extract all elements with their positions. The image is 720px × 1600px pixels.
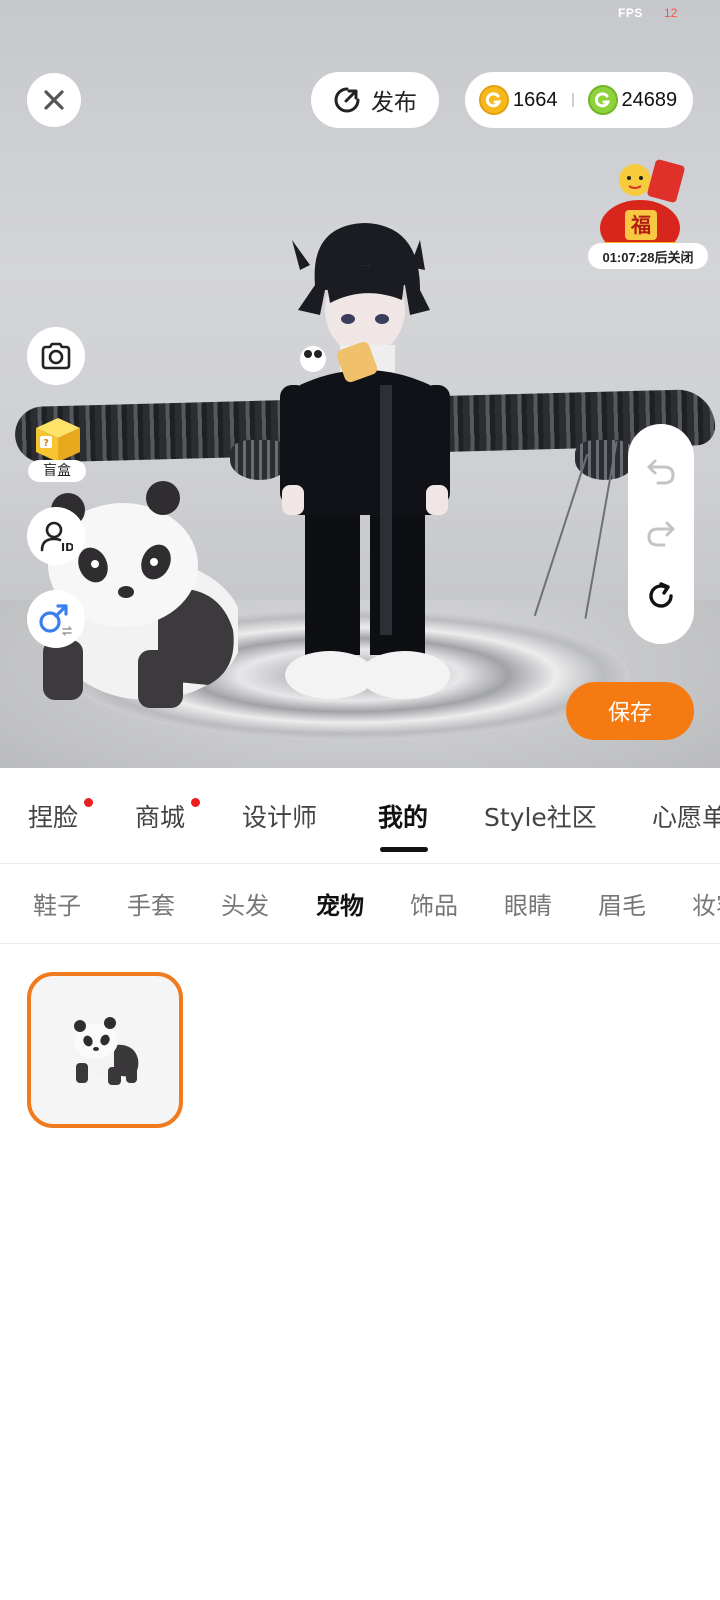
edit-history-panel [628,424,694,644]
tab-face[interactable]: 捏脸 [28,798,78,834]
category-gloves[interactable]: 手套 [127,886,175,921]
gold-coin-icon [479,85,509,115]
avatar-scene[interactable]: FPS 12 发布 1664 24689 福 01:07:28后关闭 ? 盲盒 … [0,0,720,768]
save-button[interactable]: 保存 [566,682,694,740]
item-grid [0,944,720,1600]
event-badge-text: 福 [630,213,651,237]
tab-mine[interactable]: 我的 [378,798,428,834]
active-tab-indicator [380,847,428,852]
svg-text:?: ? [43,438,49,449]
item-card-panda[interactable] [27,972,183,1128]
camera-icon [41,342,71,370]
tab-designer[interactable]: 设计师 [242,798,317,834]
event-countdown: 01:07:28后关闭 [588,243,708,269]
category-shoes[interactable]: 鞋子 [33,886,81,921]
green-coin-icon [587,85,618,115]
publish-label: 发布 [371,90,417,116]
undo-icon[interactable] [646,457,676,485]
category-hair[interactable]: 头发 [221,886,269,921]
fps-label: FPS [618,6,643,20]
avatar-character[interactable] [270,215,460,715]
category-eyebrows[interactable]: 眉毛 [598,886,646,921]
green-coin-amount: 24689 [621,88,678,111]
panda-icon [74,1017,139,1085]
category-accessories[interactable]: 饰品 [410,886,458,921]
publish-icon [334,87,360,113]
gender-switch-button[interactable] [27,590,85,648]
tab-wishlist[interactable]: 心愿单 [652,798,720,834]
fps-value: 12 [664,6,678,20]
tab-style-community[interactable]: Style社区 [484,798,597,834]
reset-icon[interactable] [646,581,676,611]
tab-store[interactable]: 商城 [135,798,185,834]
svg-text:ID: ID [61,541,73,553]
redo-icon[interactable] [646,519,676,547]
male-gender-icon [39,604,72,636]
currency-divider [571,93,574,107]
tab-face-notification-dot [84,798,93,807]
user-id-icon: ID [40,521,73,553]
category-eyes[interactable]: 眼睛 [504,886,552,921]
blindbox-label: 盲盒 [28,460,86,482]
main-tab-bar: 捏脸 商城 设计师 我的 Style社区 心愿单 [0,768,720,864]
dragon-whisker [533,453,589,617]
close-icon [44,90,64,110]
camera-button[interactable] [27,327,85,385]
avatar-id-button[interactable]: ID [27,507,85,565]
blindbox-icon: ? [36,418,80,462]
publish-button[interactable]: 发布 [311,72,439,128]
gold-coin-amount: 1664 [513,88,558,111]
tab-store-notification-dot [191,798,200,807]
category-pets[interactable]: 宠物 [316,886,364,921]
blindbox-button[interactable]: ? 盲盒 [28,414,86,484]
close-button[interactable] [27,73,81,127]
category-tab-bar: 鞋子 手套 头发 宠物 饰品 眼睛 眉毛 妆容 [0,864,720,944]
category-makeup[interactable]: 妆容 [692,886,720,921]
currency-balance[interactable]: 1664 24689 [465,72,693,128]
